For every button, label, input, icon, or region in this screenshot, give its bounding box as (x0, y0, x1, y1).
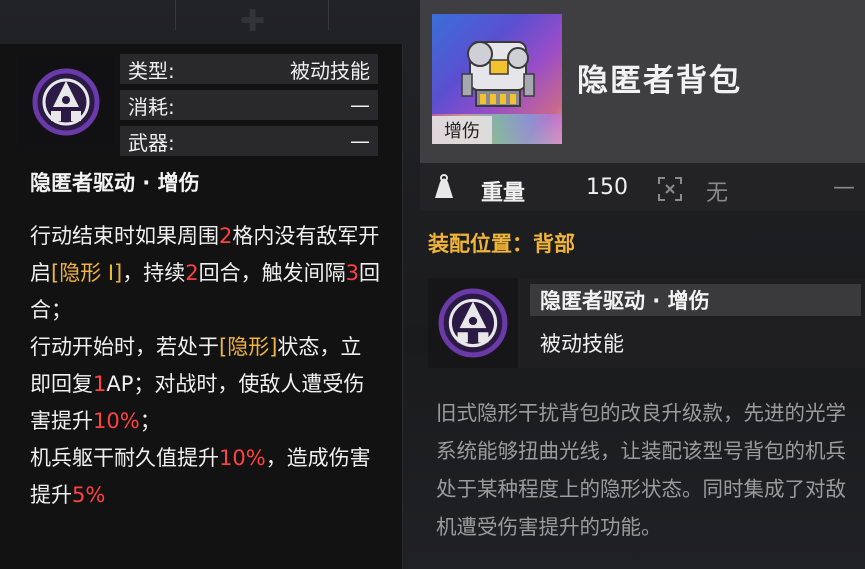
skill-type-label: 类型: (128, 58, 175, 83)
desc-text: 机兵躯干耐久值提升 (30, 446, 219, 470)
background-plus-icon: ✚ (240, 4, 266, 39)
skill-info-rows: 类型: 被动技能 消耗: — 武器: — (120, 54, 378, 162)
skill-cost-value: — (350, 93, 370, 117)
desc-highlight-number: 3 (345, 261, 360, 285)
range-value: 无 (706, 181, 729, 206)
range-dash: — (833, 175, 855, 200)
desc-text: ，持续 (122, 261, 186, 285)
desc-status-tag: [隐形 Ⅰ] (51, 261, 123, 285)
skill-detail-panel: 类型: 被动技能 消耗: — 武器: — 隐匿者驱动 · 增伤 行动结束时如果周… (0, 44, 403, 569)
desc-status-tag: [隐形] (219, 335, 278, 359)
bound-skill-name: 隐匿者驱动 · 增伤 (530, 284, 861, 316)
desc-text: 行动开始时，若处于 (30, 335, 219, 359)
skill-cost-label: 消耗: (128, 94, 175, 119)
hidden-drive-emblem-icon (438, 288, 508, 358)
desc-text: 行动结束时如果周围 (30, 224, 219, 248)
crosshair-range-glyph (658, 177, 682, 201)
desc-highlight-number: 5% (72, 483, 106, 507)
desc-highlight-number: 1 (93, 372, 107, 396)
skill-type-row: 类型: 被动技能 (120, 54, 378, 84)
skill-type-value: 被动技能 (290, 58, 370, 83)
crosshair-range-icon (655, 174, 685, 204)
hidden-drive-emblem-icon (32, 68, 100, 136)
skill-weapon-label: 武器: (128, 130, 175, 155)
thumbnail-tag: 增伤 (432, 116, 492, 144)
skill-icon-frame (18, 54, 114, 150)
bound-skill-icon-frame (428, 278, 518, 368)
skill-description: 行动结束时如果周围2格内没有敌军开启[隐形 Ⅰ]，持续2回合，触发间隔3回合；行… (30, 218, 380, 514)
bound-skill-type: 被动技能 (540, 332, 624, 356)
weight-label: 重量 (481, 181, 526, 206)
skill-name: 隐匿者驱动 · 增伤 (30, 171, 200, 195)
item-flavor-text: 旧式隐形干扰背包的改良升级款，先进的光学系统能够扭曲光线，让装配该型号背包的机兵… (436, 401, 846, 539)
desc-text: ； (139, 409, 161, 433)
desc-highlight-number: 10% (219, 446, 266, 470)
desc-highlight-number: 2 (185, 261, 199, 285)
skill-weapon-value: — (350, 129, 370, 153)
skill-weapon-row: 武器: — (120, 126, 378, 156)
background-frame-line (328, 0, 329, 30)
weight-icon (435, 174, 453, 198)
skill-cost-row: 消耗: — (120, 90, 378, 120)
desc-highlight-number: 10% (93, 409, 140, 433)
background-frame-line (175, 0, 176, 30)
weight-icon-frame (428, 170, 460, 204)
desc-text: 回合，触发间隔 (198, 261, 346, 285)
equip-slot-line: 装配位置：背部 (428, 232, 575, 256)
weight-value: 150 (586, 175, 628, 200)
desc-highlight-number: 2 (219, 224, 233, 248)
item-title: 隐匿者背包 (577, 63, 742, 99)
